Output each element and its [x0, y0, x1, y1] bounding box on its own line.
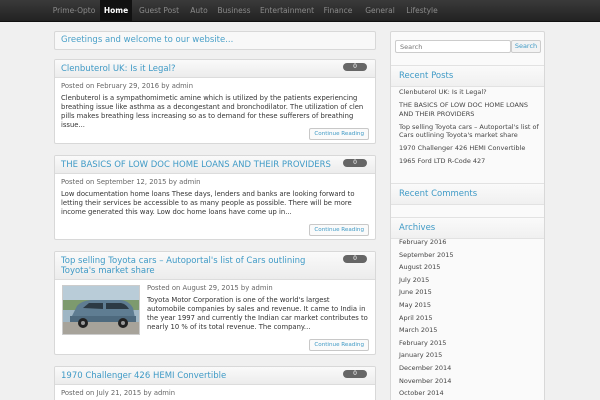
- post-card: Top selling Toyota cars – Autoportal's l…: [54, 251, 376, 355]
- recent-post-link[interactable]: 1965 Ford LTD R-Code 427: [399, 157, 541, 166]
- nav-item-prime-opto[interactable]: Prime-Opto: [48, 0, 100, 22]
- post-header: 1970 Challenger 426 HEMI Convertible 0: [55, 367, 375, 385]
- post-card: 1970 Challenger 426 HEMI Convertible 0 P…: [54, 366, 376, 400]
- archive-link[interactable]: November 2014: [399, 377, 541, 386]
- sidebar: Search Recent Posts Clenbuterol UK: Is i…: [390, 31, 545, 400]
- nav-item-guest-post[interactable]: Guest Post: [136, 0, 182, 22]
- archive-link[interactable]: February 2015: [399, 339, 541, 348]
- recent-post-link[interactable]: 1970 Challenger 426 HEMI Convertible: [399, 144, 541, 153]
- comment-count-badge[interactable]: 0: [343, 159, 367, 167]
- post-body: Posted on August 29, 2015 by admin Toyot…: [55, 280, 375, 354]
- comment-count-badge[interactable]: 0: [343, 63, 367, 71]
- search-button[interactable]: Search: [511, 40, 541, 53]
- comment-count-badge[interactable]: 0: [343, 370, 367, 378]
- nav-item-entertainment[interactable]: Entertainment: [258, 0, 316, 22]
- post-card: THE BASICS OF LOW DOC HOME LOANS AND THE…: [54, 155, 376, 240]
- comment-count-badge[interactable]: 0: [343, 255, 367, 263]
- post-excerpt: Toyota Motor Corporation is one of the w…: [147, 296, 368, 331]
- archive-link[interactable]: February 2016: [399, 238, 541, 247]
- recent-post-link[interactable]: THE BASICS OF LOW DOC HOME LOANS AND THE…: [399, 101, 541, 118]
- archive-link[interactable]: July 2015: [399, 276, 541, 285]
- post-meta: Posted on February 29, 2016 by admin: [61, 82, 194, 90]
- archive-link[interactable]: June 2015: [399, 288, 541, 297]
- recent-posts-heading: Recent Posts: [391, 65, 544, 87]
- post-body: Posted on July 21, 2015 by admin: [55, 385, 375, 400]
- recent-post-link[interactable]: Clenbuterol UK: Is it Legal?: [399, 88, 541, 97]
- car-photo-icon: [63, 286, 139, 334]
- continue-reading-button[interactable]: Continue Reading: [309, 128, 369, 140]
- post-body: Posted on September 12, 2015 by admin Lo…: [55, 174, 375, 239]
- post-header: Clenbuterol UK: Is it Legal? 0: [55, 60, 375, 78]
- post-text-column: Posted on August 29, 2015 by admin Toyot…: [147, 284, 369, 332]
- post-title-link[interactable]: 1970 Challenger 426 HEMI Convertible: [61, 371, 369, 381]
- top-navigation: Prime-Opto Home Guest Post Auto Business…: [0, 0, 600, 22]
- post-meta: Posted on September 12, 2015 by admin: [61, 178, 201, 186]
- search-input[interactable]: [395, 40, 511, 53]
- continue-reading-button[interactable]: Continue Reading: [309, 224, 369, 236]
- post-meta: Posted on July 21, 2015 by admin: [61, 389, 176, 397]
- recent-comments-heading: Recent Comments: [391, 183, 544, 205]
- archive-link[interactable]: May 2015: [399, 301, 541, 310]
- archive-link[interactable]: January 2015: [399, 351, 541, 360]
- post-title-link[interactable]: THE BASICS OF LOW DOC HOME LOANS AND THE…: [61, 160, 369, 170]
- post-title-link[interactable]: Top selling Toyota cars – Autoportal's l…: [61, 256, 369, 276]
- archive-link[interactable]: September 2015: [399, 251, 541, 260]
- nav-item-business[interactable]: Business: [214, 0, 254, 22]
- post-excerpt: Low documentation home loans These days,…: [61, 190, 355, 216]
- welcome-banner: Greetings and welcome to our website...: [54, 31, 376, 50]
- recent-post-link[interactable]: Top selling Toyota cars – Autoportal's l…: [399, 123, 541, 140]
- nav-item-home[interactable]: Home: [100, 0, 132, 22]
- post-meta: Posted on August 29, 2015 by admin: [147, 284, 273, 292]
- nav-item-general[interactable]: General: [362, 0, 398, 22]
- nav-item-lifestyle[interactable]: Lifestyle: [402, 0, 442, 22]
- nav-item-auto[interactable]: Auto: [184, 0, 214, 22]
- nav-item-finance[interactable]: Finance: [322, 0, 354, 22]
- post-excerpt: Clenbuterol is a sympathomimetic amine w…: [61, 94, 364, 129]
- archive-link[interactable]: August 2015: [399, 263, 541, 272]
- post-title-link[interactable]: Clenbuterol UK: Is it Legal?: [61, 64, 369, 74]
- archive-link[interactable]: October 2014: [399, 389, 541, 398]
- archives-list: February 2016 September 2015 August 2015…: [399, 238, 541, 400]
- post-header: THE BASICS OF LOW DOC HOME LOANS AND THE…: [55, 156, 375, 174]
- archive-link[interactable]: December 2014: [399, 364, 541, 373]
- post-thumbnail-image[interactable]: [62, 285, 140, 335]
- recent-posts-list: Clenbuterol UK: Is it Legal? THE BASICS …: [399, 88, 541, 170]
- archive-link[interactable]: March 2015: [399, 326, 541, 335]
- post-header: Top selling Toyota cars – Autoportal's l…: [55, 252, 375, 280]
- archive-link[interactable]: April 2015: [399, 314, 541, 323]
- continue-reading-button[interactable]: Continue Reading: [309, 339, 369, 351]
- post-card: Clenbuterol UK: Is it Legal? 0 Posted on…: [54, 59, 376, 144]
- post-body: Posted on February 29, 2016 by admin Cle…: [55, 78, 375, 143]
- archives-heading: Archives: [391, 217, 544, 239]
